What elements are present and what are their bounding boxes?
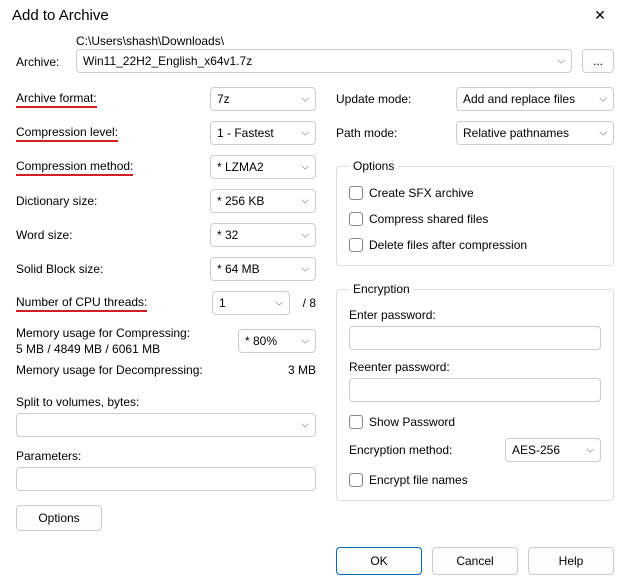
- dictionary-size-label: Dictionary size:: [16, 194, 210, 208]
- checkbox-icon: [349, 186, 363, 200]
- compression-method-label: Compression method:: [16, 159, 210, 176]
- encryption-method-combo[interactable]: AES-256 ⌵: [505, 438, 601, 462]
- mem-compress-label: Memory usage for Compressing: 5 MB / 484…: [16, 325, 238, 357]
- compression-method-combo[interactable]: * LZMA2 ⌵: [210, 155, 316, 179]
- archive-format-label: Archive format:: [16, 91, 210, 108]
- mem-decompress-value: 3 MB: [288, 363, 316, 377]
- chevron-down-icon: ⌵: [599, 128, 607, 139]
- cpu-threads-total: / 8: [296, 296, 316, 310]
- update-mode-combo[interactable]: Add and replace files ⌵: [456, 87, 614, 111]
- chevron-down-icon: ⌵: [275, 298, 283, 309]
- dialog-content: Archive: C:\Users\shash\Downloads\ Win11…: [0, 30, 626, 539]
- chevron-down-icon: ⌵: [301, 162, 309, 173]
- archive-row: Archive: C:\Users\shash\Downloads\ Win11…: [16, 34, 614, 73]
- browse-label: ...: [593, 54, 603, 68]
- cancel-button[interactable]: Cancel: [432, 547, 518, 575]
- checkbox-icon: [349, 473, 363, 487]
- solid-block-size-combo[interactable]: * 64 MB ⌵: [210, 257, 316, 281]
- path-mode-label: Path mode:: [336, 126, 456, 140]
- split-volumes-combo[interactable]: ⌵: [16, 413, 316, 437]
- dialog-footer: OK Cancel Help: [0, 539, 626, 587]
- options-button[interactable]: Options: [16, 505, 102, 531]
- archive-file-combo[interactable]: Win11_22H2_English_x64v1.7z ⌵: [76, 49, 572, 73]
- encryption-group: Encryption Enter password: Reenter passw…: [336, 282, 614, 501]
- cpu-threads-label: Number of CPU threads:: [16, 295, 206, 312]
- close-icon: ✕: [594, 7, 606, 24]
- chevron-down-icon: ⌵: [301, 420, 309, 431]
- options-group: Options Create SFX archive Compress shar…: [336, 159, 614, 266]
- parameters-input[interactable]: [16, 467, 316, 491]
- chevron-down-icon: ⌵: [301, 94, 309, 105]
- titlebar: Add to Archive ✕: [0, 0, 626, 30]
- archive-format-combo[interactable]: 7z ⌵: [210, 87, 316, 111]
- reenter-password-label: Reenter password:: [349, 360, 601, 374]
- checkbox-icon: [349, 415, 363, 429]
- dictionary-size-combo[interactable]: * 256 KB ⌵: [210, 189, 316, 213]
- window-title: Add to Archive: [12, 7, 109, 24]
- checkbox-icon: [349, 212, 363, 226]
- parameters-label: Parameters:: [16, 449, 316, 463]
- compression-level-combo[interactable]: 1 - Fastest ⌵: [210, 121, 316, 145]
- chevron-down-icon: ⌵: [301, 264, 309, 275]
- sfx-checkbox[interactable]: Create SFX archive: [349, 183, 601, 203]
- help-button[interactable]: Help: [528, 547, 614, 575]
- encrypt-filenames-checkbox[interactable]: Encrypt file names: [349, 470, 601, 490]
- word-size-combo[interactable]: * 32 ⌵: [210, 223, 316, 247]
- chevron-down-icon: ⌵: [599, 94, 607, 105]
- chevron-down-icon: ⌵: [557, 56, 565, 67]
- reenter-password-input[interactable]: [349, 378, 601, 402]
- encryption-method-label: Encryption method:: [349, 443, 505, 457]
- left-column: Archive format: 7z ⌵ Compression level: …: [16, 87, 316, 531]
- browse-button[interactable]: ...: [582, 49, 614, 73]
- path-mode-combo[interactable]: Relative pathnames ⌵: [456, 121, 614, 145]
- close-button[interactable]: ✕: [578, 0, 622, 30]
- add-to-archive-dialog: Add to Archive ✕ Archive: C:\Users\shash…: [0, 0, 626, 576]
- update-mode-label: Update mode:: [336, 92, 456, 106]
- enter-password-label: Enter password:: [349, 308, 601, 322]
- compression-level-label: Compression level:: [16, 125, 210, 142]
- checkbox-icon: [349, 238, 363, 252]
- enter-password-input[interactable]: [349, 326, 601, 350]
- chevron-down-icon: ⌵: [301, 336, 309, 347]
- columns: Archive format: 7z ⌵ Compression level: …: [16, 87, 614, 531]
- archive-label: Archive:: [16, 55, 66, 73]
- shared-files-checkbox[interactable]: Compress shared files: [349, 209, 601, 229]
- chevron-down-icon: ⌵: [301, 230, 309, 241]
- split-volumes-label: Split to volumes, bytes:: [16, 395, 316, 409]
- word-size-label: Word size:: [16, 228, 210, 242]
- mem-decompress-label: Memory usage for Decompressing:: [16, 363, 203, 377]
- chevron-down-icon: ⌵: [586, 445, 594, 456]
- ok-button[interactable]: OK: [336, 547, 422, 575]
- chevron-down-icon: ⌵: [301, 196, 309, 207]
- options-legend: Options: [349, 159, 398, 173]
- right-column: Update mode: Add and replace files ⌵ Pat…: [336, 87, 614, 531]
- solid-block-size-label: Solid Block size:: [16, 262, 210, 276]
- show-password-checkbox[interactable]: Show Password: [349, 412, 601, 432]
- archive-main: C:\Users\shash\Downloads\ Win11_22H2_Eng…: [76, 34, 572, 73]
- cpu-threads-combo[interactable]: 1 ⌵: [212, 291, 290, 315]
- archive-file-value: Win11_22H2_English_x64v1.7z: [83, 54, 252, 68]
- delete-after-checkbox[interactable]: Delete files after compression: [349, 235, 601, 255]
- archive-path-text: C:\Users\shash\Downloads\: [76, 34, 572, 48]
- mem-compress-combo[interactable]: * 80% ⌵: [238, 329, 316, 353]
- chevron-down-icon: ⌵: [301, 128, 309, 139]
- encryption-legend: Encryption: [349, 282, 414, 296]
